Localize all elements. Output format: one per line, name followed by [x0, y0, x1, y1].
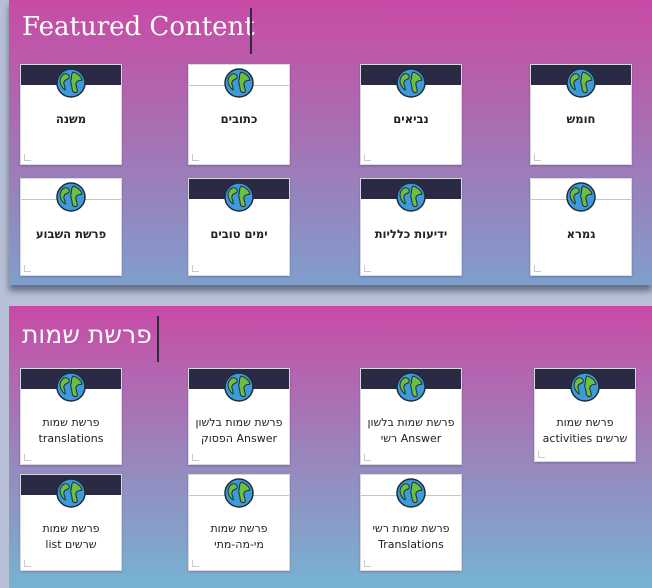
card-label: ידיעות כלליות: [374, 227, 448, 241]
card-label: גמרא: [566, 227, 596, 241]
card-shemot-shorashim-list[interactable]: פרשת שמות שרשים list: [20, 474, 122, 571]
section-title: Featured Content: [22, 12, 255, 42]
card-label: ימים טובים: [210, 227, 268, 241]
globe-icon: [55, 181, 87, 213]
card-shemot-shorashim-activities[interactable]: פרשת שמות שרשים activities: [534, 368, 636, 462]
card-yediot-klaliyot[interactable]: ידיעות כלליות: [360, 178, 462, 276]
card-neviim[interactable]: נביאים: [360, 64, 462, 165]
card-label: פרשת שמות רשי Translations: [372, 522, 450, 551]
card-label: משנה: [55, 112, 87, 126]
card-label: כתובים: [220, 112, 258, 126]
globe-icon: [565, 181, 597, 213]
globe-icon: [395, 181, 427, 213]
globe-icon: [55, 67, 87, 99]
card-parashat-hashavua[interactable]: פרשת השבוע: [20, 178, 122, 276]
card-yamim-tovim[interactable]: ימים טובים: [188, 178, 290, 276]
globe-icon: [395, 477, 427, 509]
globe-icon: [223, 67, 255, 99]
card-label: פרשת השבוע: [35, 227, 107, 241]
card-shemot-rashi-translations[interactable]: פרשת שמות רשי Translations: [360, 474, 462, 571]
card-label: פרשת שמות בלשון Answer הפסוק: [195, 416, 283, 445]
globe-icon: [223, 181, 255, 213]
card-label: פרשת שמות מי-מה-מתי: [210, 522, 268, 551]
title-divider: [250, 8, 252, 54]
card-label: פרשת שמות שרשים list: [42, 522, 100, 551]
title-divider: [157, 316, 159, 362]
card-chumash[interactable]: חומש: [530, 64, 632, 165]
card-label: פרשת שמות בלשון Answer רשי: [367, 416, 455, 445]
globe-icon: [55, 477, 87, 509]
card-label: חומש: [566, 112, 596, 126]
card-label: פרשת שמות שרשים activities: [542, 416, 628, 445]
card-gemara[interactable]: גמרא: [530, 178, 632, 276]
card-shemot-answer-pasuk[interactable]: פרשת שמות בלשון Answer הפסוק: [188, 368, 290, 465]
card-shemot-translations[interactable]: פרשת שמות translations: [20, 368, 122, 465]
card-label: נביאים: [393, 112, 429, 126]
card-shemot-answer-rashi[interactable]: פרשת שמות בלשון Answer רשי: [360, 368, 462, 465]
card-shemot-mi-ma-matai[interactable]: פרשת שמות מי-מה-מתי: [188, 474, 290, 571]
globe-icon: [395, 67, 427, 99]
card-ketuvim[interactable]: כתובים: [188, 64, 290, 165]
section-title: פרשת שמות: [22, 320, 152, 349]
globe-icon: [223, 477, 255, 509]
featured-content-panel: Featured Content משנה כתובים נביאים חומש…: [9, 0, 652, 285]
globe-icon: [565, 67, 597, 99]
parashat-shemot-panel: פרשת שמות פרשת שמות translations פרשת שמ…: [9, 306, 652, 588]
globe-icon: [569, 371, 601, 403]
globe-icon: [55, 371, 87, 403]
card-mishna[interactable]: משנה: [20, 64, 122, 165]
card-label: פרשת שמות translations: [38, 416, 104, 445]
globe-icon: [223, 371, 255, 403]
globe-icon: [395, 371, 427, 403]
